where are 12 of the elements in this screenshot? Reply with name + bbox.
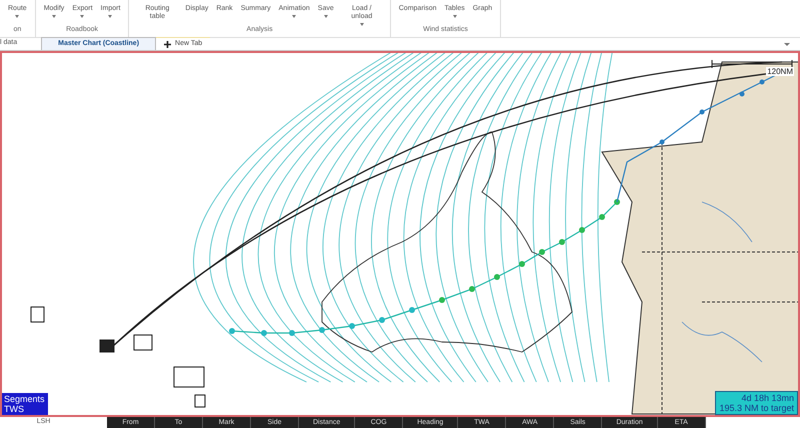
legend-label: TWS: [4, 404, 25, 414]
scale-label: 120NM: [766, 67, 794, 76]
plus-icon: [164, 40, 172, 48]
legend-label: Segments: [4, 394, 46, 404]
eta-text: 4d 18h 13mn: [741, 393, 794, 403]
station-marker: [134, 334, 152, 350]
caret-icon: [784, 43, 790, 46]
station-marker: [30, 306, 44, 322]
station-marker: [194, 394, 206, 408]
station-marker: [100, 340, 114, 352]
station-marker: [174, 366, 204, 388]
eta-text: 195.3 NM to target: [719, 403, 794, 413]
